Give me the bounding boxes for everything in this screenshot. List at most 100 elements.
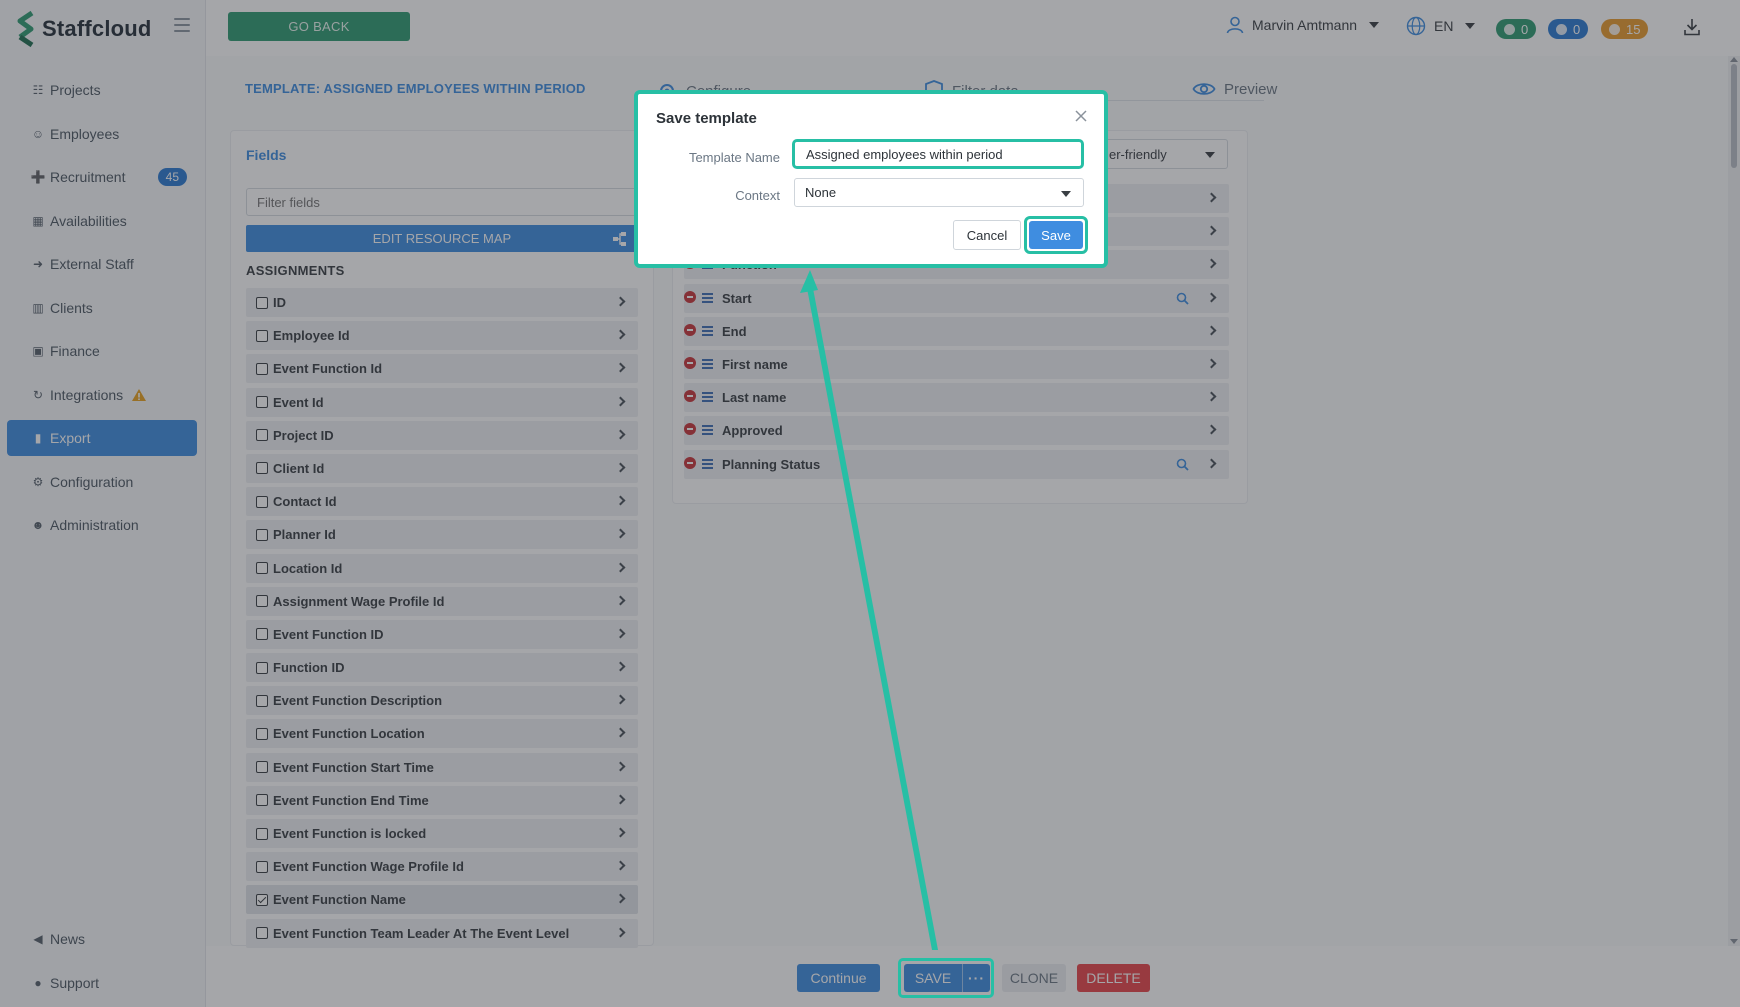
selected-field-row[interactable]: Last name — [684, 383, 1229, 413]
selected-field-row[interactable]: End — [684, 316, 1229, 346]
tab-preview[interactable]: Preview — [1192, 80, 1277, 98]
remove-field-icon[interactable] — [684, 323, 696, 336]
sidebar-item-export[interactable]: ▮ Export — [7, 420, 197, 456]
field-checkbox[interactable] — [256, 628, 268, 641]
chevron-right-icon[interactable] — [615, 927, 626, 938]
sidebar-item-news[interactable]: ◀ News — [7, 921, 197, 957]
field-checkbox[interactable] — [256, 396, 268, 409]
chevron-right-icon[interactable] — [615, 595, 626, 606]
field-row[interactable]: Event Function Id — [246, 354, 638, 384]
search-icon[interactable] — [1176, 458, 1189, 471]
chevron-right-icon[interactable] — [615, 296, 626, 307]
format-select[interactable]: er-friendly — [1100, 139, 1228, 169]
remove-field-icon[interactable] — [684, 390, 696, 403]
drag-handle-icon[interactable] — [702, 392, 713, 403]
field-row[interactable]: Event Function Team Leader At The Event … — [246, 918, 638, 948]
field-row[interactable]: Event Function ID — [246, 619, 638, 649]
field-row[interactable]: Event Function Name — [246, 885, 638, 915]
remove-field-icon[interactable] — [684, 423, 696, 436]
scrollbar-thumb[interactable] — [1731, 64, 1737, 168]
field-checkbox[interactable] — [256, 595, 268, 608]
template-name-input[interactable] — [792, 139, 1084, 169]
chevron-right-icon[interactable] — [615, 727, 626, 738]
remove-field-icon[interactable] — [684, 290, 696, 303]
chevron-right-icon[interactable] — [615, 429, 626, 440]
chevron-right-icon[interactable] — [1206, 292, 1217, 303]
chevron-right-icon[interactable] — [615, 628, 626, 639]
field-row[interactable]: Event Id — [246, 387, 638, 417]
chevron-right-icon[interactable] — [615, 562, 626, 572]
field-checkbox[interactable] — [256, 329, 268, 342]
alerts-badge[interactable]: 15 — [1601, 19, 1649, 39]
field-checkbox[interactable] — [256, 562, 268, 574]
field-row[interactable]: Employee Id — [246, 321, 638, 351]
sidebar-item-finance[interactable]: ▣ Finance — [7, 333, 197, 369]
scroll-down-icon[interactable] — [1730, 939, 1738, 944]
field-checkbox[interactable] — [256, 727, 268, 740]
chevron-right-icon[interactable] — [615, 329, 626, 340]
sidebar-item-support[interactable]: ● Support — [7, 965, 197, 1001]
field-row[interactable]: Planner Id — [246, 520, 638, 550]
chevron-right-icon[interactable] — [615, 794, 626, 805]
chevron-right-icon[interactable] — [615, 462, 626, 473]
chevron-right-icon[interactable] — [615, 827, 626, 838]
chevron-right-icon[interactable] — [1206, 192, 1217, 203]
remove-field-icon[interactable] — [684, 456, 696, 469]
user-menu[interactable]: Marvin Amtmann — [1226, 16, 1380, 34]
sidebar-item-recruitment[interactable]: ➕ Recruitment 45 — [7, 159, 197, 195]
chevron-right-icon[interactable] — [615, 860, 626, 871]
sidebar-item-availabilities[interactable]: ▦ Availabilities — [7, 203, 197, 239]
field-row[interactable]: Location Id — [246, 553, 638, 583]
download-icon[interactable] — [1684, 18, 1700, 36]
field-checkbox[interactable] — [256, 927, 268, 940]
chevron-right-icon[interactable] — [615, 761, 626, 772]
search-icon[interactable] — [1176, 292, 1189, 305]
field-checkbox[interactable] — [256, 296, 268, 309]
sidebar-item-configuration[interactable]: ⚙ Configuration — [7, 464, 197, 500]
remove-field-icon[interactable] — [684, 356, 696, 369]
delete-button[interactable]: DELETE — [1077, 964, 1150, 992]
field-row[interactable]: Event Function End Time — [246, 785, 638, 815]
chevron-right-icon[interactable] — [1206, 225, 1217, 236]
continue-button[interactable]: Continue — [797, 964, 880, 992]
field-checkbox[interactable] — [256, 761, 268, 774]
chevron-right-icon[interactable] — [1206, 458, 1217, 468]
page-scrollbar[interactable] — [1728, 56, 1740, 946]
chevron-right-icon[interactable] — [1206, 258, 1217, 269]
chevron-right-icon[interactable] — [615, 694, 626, 705]
drag-handle-icon[interactable] — [702, 425, 713, 436]
sidebar-item-external-staff[interactable]: ➜ External Staff — [7, 246, 197, 282]
chevron-right-icon[interactable] — [615, 396, 626, 407]
filter-fields-input[interactable] — [246, 188, 646, 216]
close-icon[interactable] — [1073, 108, 1089, 124]
cancel-button[interactable]: Cancel — [953, 220, 1021, 250]
go-back-button[interactable]: GO BACK — [228, 12, 410, 41]
sidebar-item-projects[interactable]: ☷ Projects — [7, 72, 197, 108]
sidebar-item-administration[interactable]: ☻ Administration — [7, 507, 197, 543]
field-row[interactable]: Project ID — [246, 420, 638, 450]
field-row[interactable]: Event Function Location — [246, 719, 638, 749]
sidebar-item-integrations[interactable]: ↻ Integrations — [7, 377, 197, 413]
messages-badge[interactable]: 0 — [1496, 19, 1537, 39]
chevron-right-icon[interactable] — [1206, 424, 1217, 435]
drag-handle-icon[interactable] — [702, 325, 713, 336]
sidebar-item-employees[interactable]: ☺ Employees — [7, 116, 197, 152]
field-row[interactable]: Function ID — [246, 653, 638, 683]
scroll-up-icon[interactable] — [1730, 57, 1738, 62]
selected-field-row[interactable]: First name — [684, 349, 1229, 379]
field-checkbox[interactable] — [256, 661, 268, 674]
field-row[interactable]: Event Function Start Time — [246, 752, 638, 782]
field-checkbox[interactable] — [256, 860, 268, 873]
field-row[interactable]: ID — [246, 288, 638, 317]
chevron-right-icon[interactable] — [1206, 391, 1217, 402]
logo[interactable]: Staffcloud — [16, 10, 152, 48]
field-checkbox[interactable] — [256, 794, 268, 807]
menu-toggle-icon[interactable] — [174, 18, 190, 32]
field-checkbox[interactable] — [256, 528, 268, 541]
chevron-right-icon[interactable] — [615, 661, 626, 672]
field-checkbox[interactable] — [256, 495, 268, 508]
field-row[interactable]: Contact Id — [246, 487, 638, 517]
selected-field-row[interactable]: Start — [684, 283, 1229, 313]
drag-handle-icon[interactable] — [702, 358, 713, 369]
notifications-badge[interactable]: 0 — [1548, 19, 1589, 39]
